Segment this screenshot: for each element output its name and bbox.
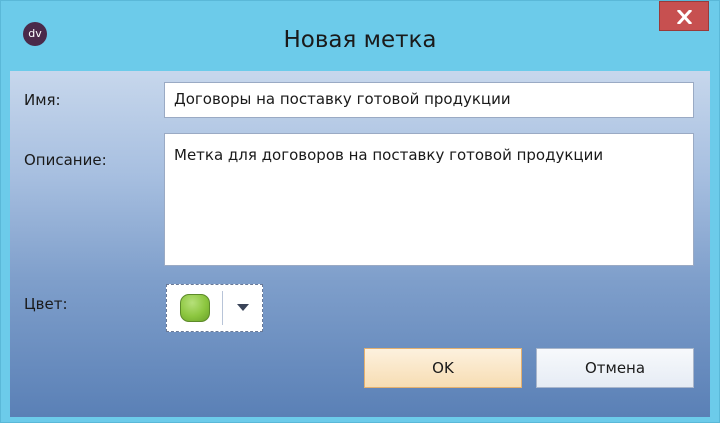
close-x-icon xyxy=(677,10,692,24)
name-input[interactable]: Договоры на поставку готовой продукции xyxy=(164,82,694,118)
color-picker-divider xyxy=(222,291,223,325)
close-button[interactable] xyxy=(659,1,709,31)
color-label: Цвет: xyxy=(24,295,68,313)
dialog-title: Новая метка xyxy=(283,27,437,53)
chevron-down-icon[interactable] xyxy=(237,304,249,311)
description-label: Описание: xyxy=(24,151,107,169)
dialog-body: Имя: Договоры на поставку готовой продук… xyxy=(10,71,710,417)
cancel-button[interactable]: Отмена xyxy=(536,348,694,388)
title-bar[interactable]: dv Новая метка xyxy=(1,1,719,61)
dialog-window: dv Новая метка Имя: Договоры на поставку… xyxy=(0,0,720,423)
color-swatch xyxy=(180,294,210,322)
name-label: Имя: xyxy=(24,91,61,109)
ok-button[interactable]: OK xyxy=(364,348,522,388)
description-textarea[interactable]: Метка для договоров на поставку готовой … xyxy=(164,133,694,266)
color-picker[interactable] xyxy=(166,284,263,332)
